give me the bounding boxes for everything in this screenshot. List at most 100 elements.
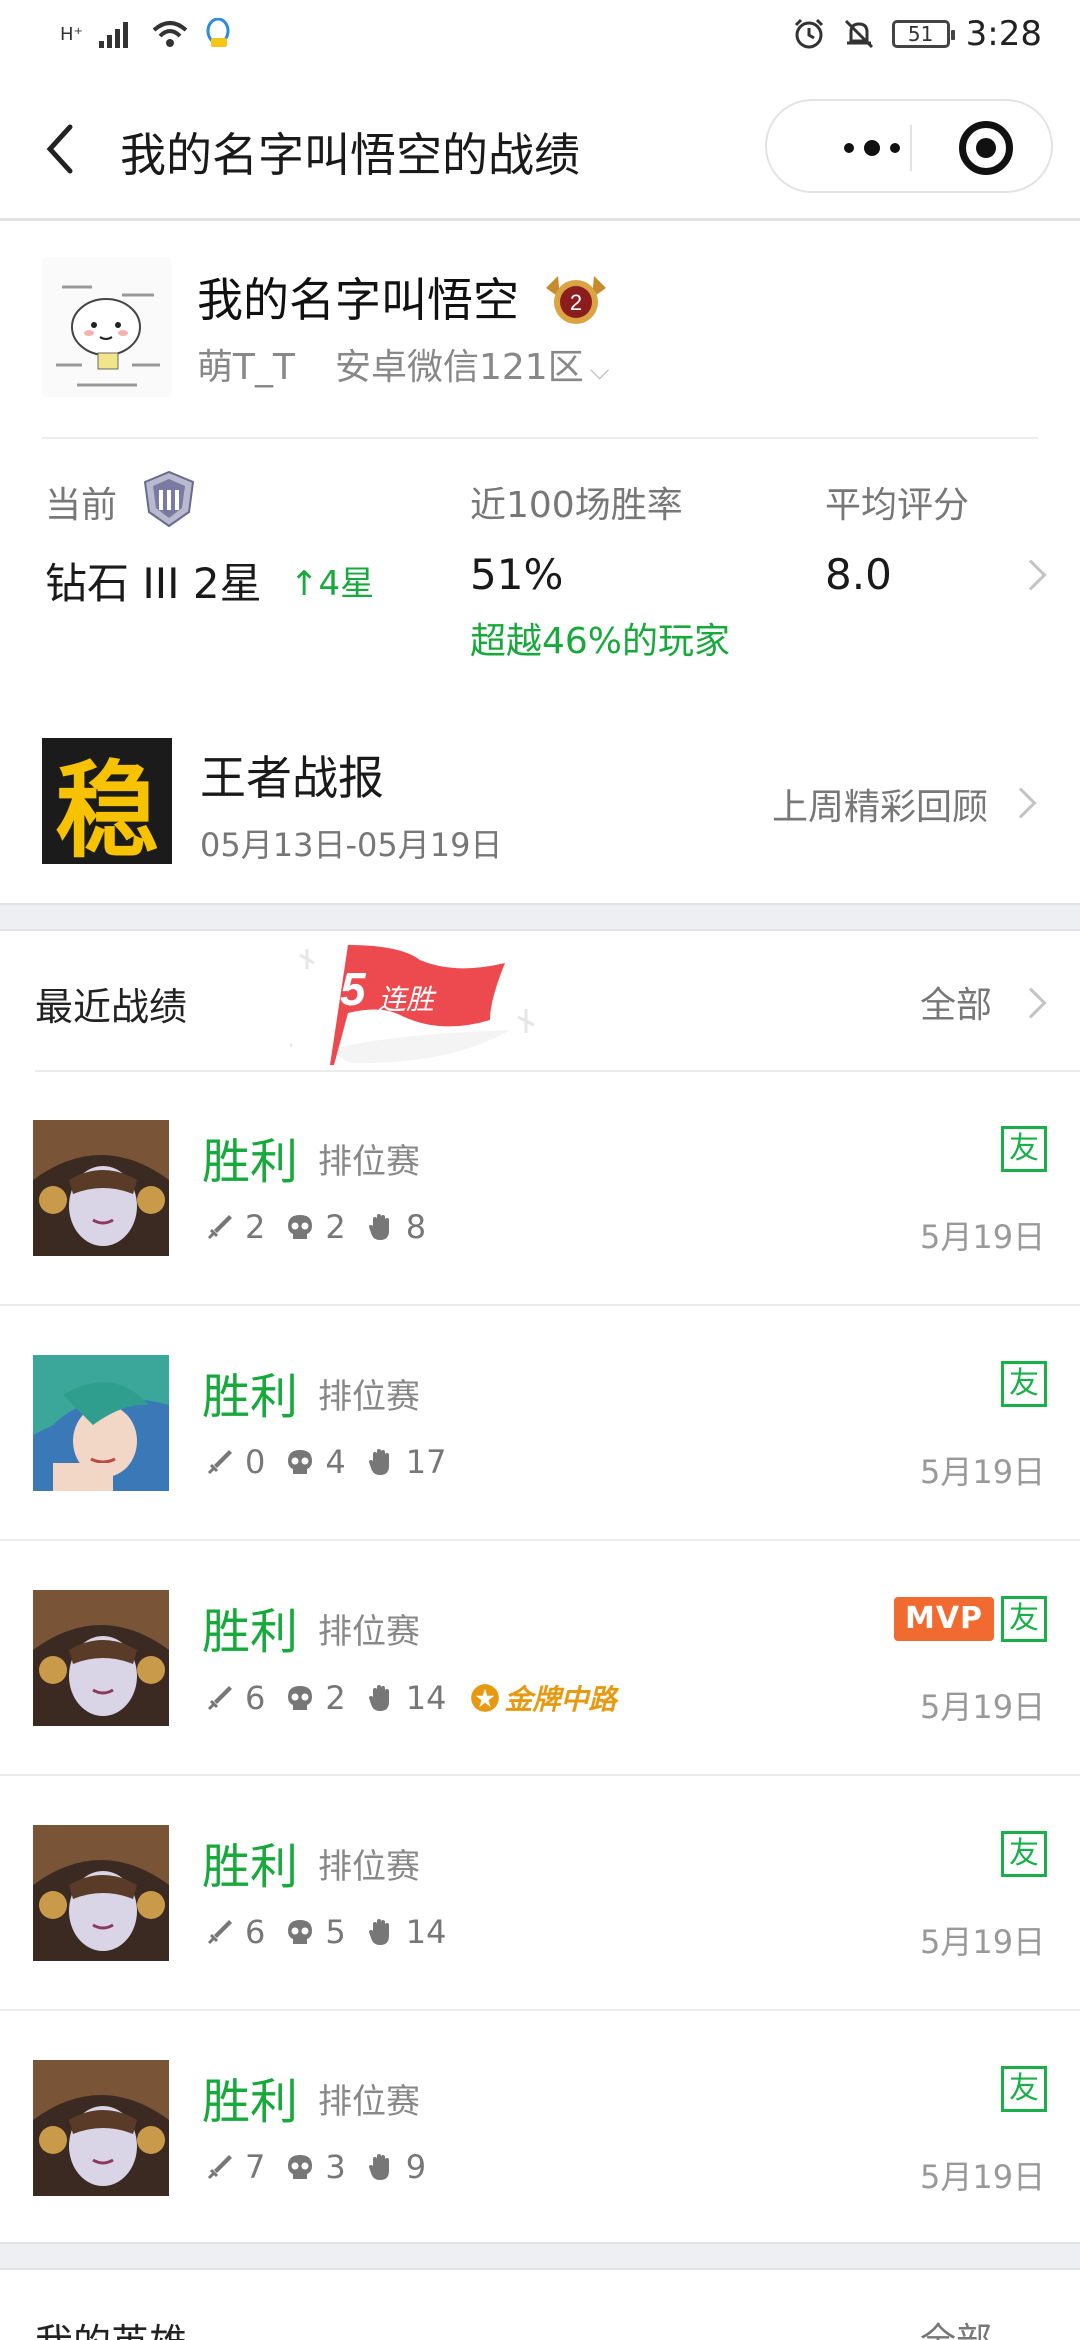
- player-nickname: 萌T_T: [197, 347, 295, 388]
- match-date: 5月19日: [920, 2158, 1046, 2196]
- weekly-report-title: 王者战报: [200, 751, 384, 805]
- player-name: 我的名字叫悟空: [197, 273, 519, 327]
- match-date: 5月19日: [920, 1453, 1046, 1491]
- death-skull-icon: [288, 1686, 313, 1710]
- heroes-all-link[interactable]: 全部: [920, 2312, 992, 2340]
- assist-hand-icon: [368, 1685, 389, 1711]
- streak-label: 连胜: [378, 983, 437, 1016]
- assist-hand-icon: [368, 1214, 389, 1240]
- clock: 3:28: [965, 14, 1042, 54]
- assists-count: 9: [405, 2148, 427, 2186]
- match-result: 胜利: [202, 1369, 299, 1425]
- gold-medal-icon: [471, 1684, 500, 1712]
- more-dot-icon: [844, 143, 854, 153]
- assist-hand-icon: [368, 2154, 389, 2180]
- kill-sword-icon: [207, 1920, 232, 1945]
- page-title: 我的名字叫悟空的战绩: [120, 128, 580, 182]
- assist-hand-icon: [368, 1449, 389, 1475]
- recent-chevron-right-icon[interactable]: [1015, 987, 1047, 1019]
- player-subline[interactable]: 萌T_T 安卓微信121区 ⌵: [197, 338, 609, 390]
- more-options-button[interactable]: [807, 121, 937, 175]
- cartoon-avatar-icon: [42, 257, 172, 397]
- mute-bell-icon: [844, 19, 873, 49]
- match-row[interactable]: 胜利 排位赛 2 2 8 友 5月19日: [0, 1072, 1080, 1306]
- match-mode: 排位赛: [318, 1142, 420, 1182]
- review-chevron-right-icon[interactable]: [1005, 787, 1037, 819]
- medal-badge: 金牌中路: [470, 1678, 616, 1718]
- match-date: 5月19日: [920, 1923, 1046, 1961]
- kda-stats: 6 5 14: [205, 1913, 466, 1951]
- section-gap: [0, 903, 1080, 931]
- assists-count: 8: [405, 1208, 427, 1246]
- friend-badge: 友: [1001, 1126, 1047, 1172]
- my-heroes-title: 我的英雄: [35, 2312, 187, 2340]
- assists-count: 14: [405, 1679, 447, 1717]
- match-date: 5月19日: [920, 1218, 1046, 1256]
- match-row[interactable]: 胜利 排位赛 6 5 14 友 5月19日: [0, 1777, 1080, 2011]
- match-result: 胜利: [202, 2074, 299, 2130]
- chevron-down-icon: ⌵: [589, 356, 610, 386]
- match-mode: 排位赛: [318, 1377, 420, 1417]
- friend-badge: 友: [1001, 1831, 1047, 1877]
- assists-count: 14: [405, 1913, 447, 1951]
- death-skull-icon: [288, 2155, 313, 2179]
- assist-hand-icon: [368, 1919, 389, 1945]
- recent-all-link[interactable]: 全部: [920, 976, 992, 1028]
- kills-count: 7: [245, 2148, 266, 2186]
- hero-portrait: [33, 1825, 169, 1961]
- winrate-value: 51%: [470, 550, 564, 599]
- weekly-report-dates: 05月13日-05月19日: [200, 826, 503, 864]
- match-mode: 排位赛: [318, 2082, 420, 2122]
- death-skull-icon: [288, 1920, 313, 1944]
- deaths-count: 5: [325, 1913, 346, 1951]
- assists-count: 17: [405, 1443, 447, 1481]
- battery-indicator: 51: [891, 20, 955, 48]
- kills-count: 2: [245, 1208, 266, 1246]
- kda-stats: 7 3 9: [205, 2148, 446, 2186]
- match-row[interactable]: 胜利 排位赛 7 3 9 友 5月19日: [0, 2012, 1080, 2246]
- network-type: H⁺: [60, 23, 84, 45]
- kills-count: 0: [245, 1443, 266, 1481]
- beat-players-text: 超越46%的玩家: [470, 621, 731, 662]
- kda-stats: 0 4 17: [205, 1443, 466, 1481]
- rating-value: 8.0: [825, 550, 892, 599]
- server-name: 安卓微信121区: [334, 347, 584, 388]
- friend-badge: 友: [1001, 1596, 1047, 1642]
- close-mini-program-button[interactable]: [959, 121, 1013, 175]
- qq-notification-icon: [206, 18, 230, 47]
- back-arrow-icon[interactable]: [38, 119, 84, 179]
- kda-stats: 2 2 8: [205, 1208, 446, 1246]
- current-rank-value: 钻石 III 2星: [45, 559, 262, 608]
- kills-count: 6: [245, 1913, 266, 1951]
- death-skull-icon: [288, 1450, 313, 1474]
- alarm-icon: [794, 18, 823, 49]
- kill-sword-icon: [207, 2155, 232, 2180]
- deaths-count: 3: [325, 2148, 346, 2186]
- mini-program-capsule: [765, 99, 1053, 193]
- divider: [42, 437, 1038, 439]
- capsule-divider: [910, 125, 912, 171]
- streak-count: 5: [340, 963, 367, 1015]
- current-rank-label: 当前: [45, 485, 118, 526]
- kills-count: 6: [245, 1679, 266, 1717]
- death-skull-icon: [288, 1215, 313, 1239]
- match-result: 胜利: [202, 1604, 299, 1660]
- avatar[interactable]: [42, 257, 172, 397]
- more-dot-icon: [864, 140, 880, 156]
- more-dot-icon: [890, 143, 900, 153]
- level-badge-icon: 2: [546, 276, 606, 324]
- stats-chevron-right-icon[interactable]: [1015, 559, 1047, 591]
- status-bar: H⁺ 51 3:28: [0, 0, 1080, 75]
- match-row[interactable]: 胜利 排位赛 6 2 14 金牌中路 MVP 友 5月19日: [0, 1542, 1080, 1776]
- signal-icon: [99, 22, 129, 48]
- win-streak-flag: 5 连胜: [290, 945, 535, 1065]
- diamond-tier-icon: [143, 470, 195, 528]
- deaths-count: 4: [325, 1443, 346, 1481]
- weekly-report-logo: 稳: [42, 738, 172, 872]
- level-number: 2: [570, 290, 582, 315]
- friend-badge: 友: [1001, 1361, 1047, 1407]
- match-result: 胜利: [202, 1134, 299, 1190]
- weekly-review-link[interactable]: 上周精彩回顾: [772, 778, 988, 830]
- match-row[interactable]: 胜利 排位赛 0 4 17 友 5月19日: [0, 1307, 1080, 1541]
- hero-portrait: [33, 1355, 169, 1491]
